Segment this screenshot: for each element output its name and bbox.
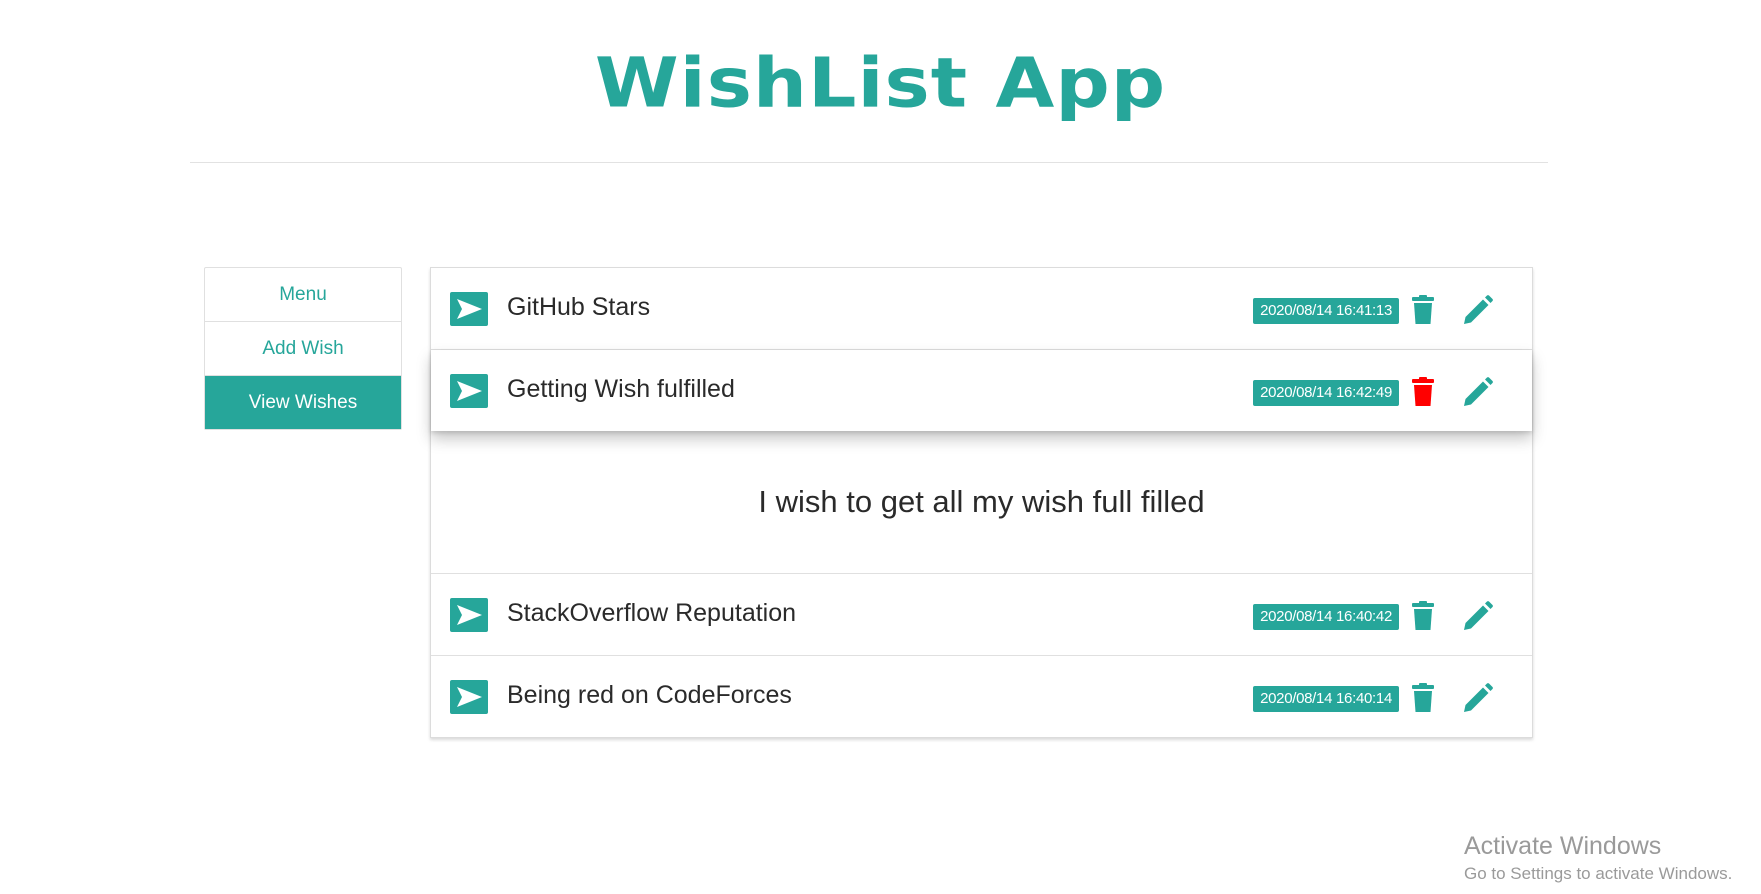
windows-activation-watermark: Activate Windows Go to Settings to activ… <box>1464 830 1732 886</box>
page: WishList App Menu Add Wish View Wishes G… <box>0 0 1761 894</box>
sidebar-item-add-wish[interactable]: Add Wish <box>205 322 401 376</box>
wish-timestamp-badge: 2020/08/14 16:40:42 <box>1253 604 1399 630</box>
send-icon <box>450 680 488 714</box>
wish-row[interactable]: Being red on CodeForces 2020/08/14 16:40… <box>431 656 1532 737</box>
wish-title: StackOverflow Reputation <box>507 599 797 627</box>
wish-timestamp-badge: 2020/08/14 16:40:14 <box>1253 686 1399 712</box>
watermark-line-1: Activate Windows <box>1464 832 1662 860</box>
send-icon <box>450 598 488 632</box>
wish-list: GitHub Stars 2020/08/14 16:41:13 Getting… <box>430 267 1533 738</box>
wish-title: GitHub Stars <box>507 293 651 321</box>
pencil-icon[interactable] <box>1461 295 1493 327</box>
send-icon <box>450 374 488 408</box>
watermark-line-2: Go to Settings to activate Windows. <box>1464 864 1733 883</box>
trash-icon[interactable] <box>1411 683 1435 713</box>
sidebar-item-view-wishes[interactable]: View Wishes <box>205 376 401 429</box>
wish-detail: I wish to get all my wish full filled <box>431 431 1532 574</box>
sidebar-item-menu[interactable]: Menu <box>205 268 401 322</box>
pencil-icon[interactable] <box>1461 683 1493 715</box>
pencil-icon[interactable] <box>1461 377 1493 409</box>
wish-row[interactable]: StackOverflow Reputation 2020/08/14 16:4… <box>431 574 1532 656</box>
wish-row-expanded[interactable]: Getting Wish fulfilled 2020/08/14 16:42:… <box>431 350 1532 431</box>
wish-title: Being red on CodeForces <box>507 681 792 709</box>
wish-row[interactable]: GitHub Stars 2020/08/14 16:41:13 <box>431 268 1532 350</box>
wish-timestamp-badge: 2020/08/14 16:42:49 <box>1253 380 1399 406</box>
sidebar-menu: Menu Add Wish View Wishes <box>204 267 402 430</box>
trash-icon[interactable] <box>1411 377 1435 407</box>
header-divider <box>190 162 1548 163</box>
wish-timestamp-badge: 2020/08/14 16:41:13 <box>1253 298 1399 324</box>
pencil-icon[interactable] <box>1461 601 1493 633</box>
send-icon <box>450 292 488 326</box>
wish-title: Getting Wish fulfilled <box>507 375 735 403</box>
app-title: WishList App <box>594 42 1167 123</box>
trash-icon[interactable] <box>1411 601 1435 631</box>
trash-icon[interactable] <box>1411 295 1435 325</box>
